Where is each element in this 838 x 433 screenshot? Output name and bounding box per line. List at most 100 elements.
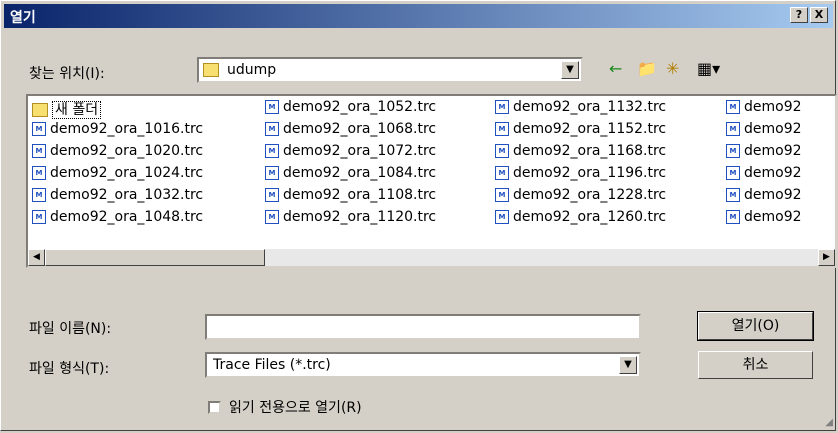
folder-icon [203, 63, 219, 77]
trace-file-icon: M [495, 166, 509, 180]
file-item[interactable]: Mdemo92 [726, 209, 802, 229]
back-icon[interactable]: ← [609, 59, 622, 78]
file-item[interactable]: Mdemo92_ora_1228.trc [495, 187, 666, 207]
trace-file-icon: M [726, 166, 740, 180]
trace-file-icon: M [32, 210, 46, 224]
trace-file-icon: M [495, 100, 509, 114]
filetype-value: Trace Files (*.trc) [213, 357, 331, 373]
file-name: demo92_ora_1048.trc [50, 209, 204, 225]
file-name: demo92_ora_1168.trc [513, 143, 667, 159]
trace-file-icon: M [32, 144, 46, 158]
file-name: demo92_ora_1084.trc [283, 165, 437, 181]
trace-file-icon: M [32, 122, 46, 136]
filename-label: 파일 이름(N): [29, 321, 112, 337]
file-item[interactable]: Mdemo92_ora_1024.trc [32, 165, 203, 185]
file-name: demo92 [744, 187, 802, 203]
trace-file-icon: M [32, 166, 46, 180]
file-item[interactable]: Mdemo92_ora_1260.trc [495, 209, 666, 229]
file-name: demo92_ora_1228.trc [513, 187, 667, 203]
file-name: demo92_ora_1072.trc [283, 143, 437, 159]
folder-icon [32, 103, 48, 117]
lookin-combobox[interactable]: udump ▼ [197, 57, 583, 83]
file-item[interactable]: Mdemo92_ora_1052.trc [265, 99, 436, 119]
readonly-checkbox[interactable] [208, 401, 221, 414]
file-item[interactable]: Mdemo92_ora_1120.trc [265, 209, 436, 229]
new-folder-icon[interactable]: ✳ [666, 59, 679, 78]
file-name: demo92 [744, 165, 802, 181]
file-name: demo92_ora_1016.trc [50, 121, 204, 137]
dialog-title: 열기 [10, 10, 36, 26]
lookin-label: 찾는 위치(I): [29, 66, 105, 82]
file-name: demo92_ora_1132.trc [513, 99, 667, 115]
scroll-left-button[interactable]: ◀ [28, 249, 45, 266]
file-name: demo92_ora_1196.trc [513, 165, 667, 181]
filename-input[interactable] [205, 314, 641, 340]
filetype-label: 파일 형식(T): [29, 361, 110, 377]
trace-file-icon: M [495, 144, 509, 158]
lookin-dropdown-button[interactable]: ▼ [561, 61, 579, 79]
file-item[interactable]: Mdemo92_ora_1020.trc [32, 143, 203, 163]
horizontal-scrollbar[interactable]: ◀ ▶ [28, 249, 835, 266]
trace-file-icon: M [495, 210, 509, 224]
file-item[interactable]: Mdemo92_ora_1084.trc [265, 165, 436, 185]
file-name: demo92_ora_1024.trc [50, 165, 204, 181]
view-menu-icon[interactable]: ▦▾ [697, 59, 720, 78]
file-name: demo92_ora_1020.trc [50, 143, 204, 159]
file-item[interactable]: Mdemo92_ora_1032.trc [32, 187, 203, 207]
readonly-label: 읽기 전용으로 열기(R) [229, 400, 362, 416]
file-item[interactable]: Mdemo92_ora_1108.trc [265, 187, 436, 207]
file-item[interactable]: Mdemo92_ora_1072.trc [265, 143, 436, 163]
trace-file-icon: M [265, 122, 279, 136]
file-item[interactable]: Mdemo92_ora_1168.trc [495, 143, 666, 163]
file-item[interactable]: Mdemo92 [726, 187, 802, 207]
trace-file-icon: M [265, 188, 279, 202]
trace-file-icon: M [726, 188, 740, 202]
folder-item[interactable]: 새 폴더 [32, 99, 102, 119]
trace-file-icon: M [32, 188, 46, 202]
trace-file-icon: M [265, 210, 279, 224]
file-name: demo92 [744, 99, 802, 115]
trace-file-icon: M [495, 188, 509, 202]
scroll-right-button[interactable]: ▶ [818, 249, 835, 266]
help-button[interactable]: ? [790, 7, 808, 23]
file-name: demo92 [744, 143, 802, 159]
trace-file-icon: M [265, 100, 279, 114]
file-list[interactable]: 새 폴더 Mdemo92_ora_1016.trc Mdemo92_ora_1020… [26, 94, 837, 268]
file-item[interactable]: Mdemo92_ora_1068.trc [265, 121, 436, 141]
file-item[interactable]: Mdemo92_ora_1048.trc [32, 209, 203, 229]
open-dialog: 열기 ? X 찾는 위치(I): udump ▼ ← 📁 ✳ ▦▾ 새 폴더 Md… [0, 0, 837, 431]
scroll-thumb[interactable] [45, 249, 265, 266]
trace-file-icon: M [265, 144, 279, 158]
file-item[interactable]: Mdemo92_ora_1016.trc [32, 121, 203, 141]
close-button[interactable]: X [810, 7, 828, 23]
file-name: demo92 [744, 209, 802, 225]
file-item[interactable]: Mdemo92 [726, 121, 802, 141]
file-name: demo92_ora_1120.trc [283, 209, 437, 225]
trace-file-icon: M [726, 122, 740, 136]
cancel-button[interactable]: 취소 [698, 351, 813, 379]
file-item[interactable]: Mdemo92_ora_1152.trc [495, 121, 666, 141]
file-name: 새 폴더 [52, 101, 102, 119]
resize-grip-icon[interactable]: ◢ [825, 417, 833, 428]
file-name: demo92 [744, 121, 802, 137]
trace-file-icon: M [726, 210, 740, 224]
title-bar[interactable]: 열기 ? X [4, 4, 833, 28]
file-item[interactable]: Mdemo92 [726, 143, 802, 163]
file-name: demo92_ora_1032.trc [50, 187, 204, 203]
file-item[interactable]: Mdemo92_ora_1196.trc [495, 165, 666, 185]
filetype-combobox[interactable]: Trace Files (*.trc) ▼ [205, 352, 641, 378]
file-name: demo92_ora_1068.trc [283, 121, 437, 137]
filetype-dropdown-button[interactable]: ▼ [619, 356, 637, 374]
file-item[interactable]: Mdemo92 [726, 165, 802, 185]
trace-file-icon: M [726, 144, 740, 158]
file-item[interactable]: Mdemo92_ora_1132.trc [495, 99, 666, 119]
file-item[interactable]: Mdemo92 [726, 99, 802, 119]
file-name: demo92_ora_1052.trc [283, 99, 437, 115]
trace-file-icon: M [495, 122, 509, 136]
up-folder-icon[interactable]: 📁 [637, 59, 657, 78]
file-name: demo92_ora_1108.trc [283, 187, 437, 203]
trace-file-icon: M [265, 166, 279, 180]
lookin-value: udump [227, 62, 277, 78]
file-name: demo92_ora_1260.trc [513, 209, 667, 225]
open-button[interactable]: 열기(O) [697, 311, 814, 341]
